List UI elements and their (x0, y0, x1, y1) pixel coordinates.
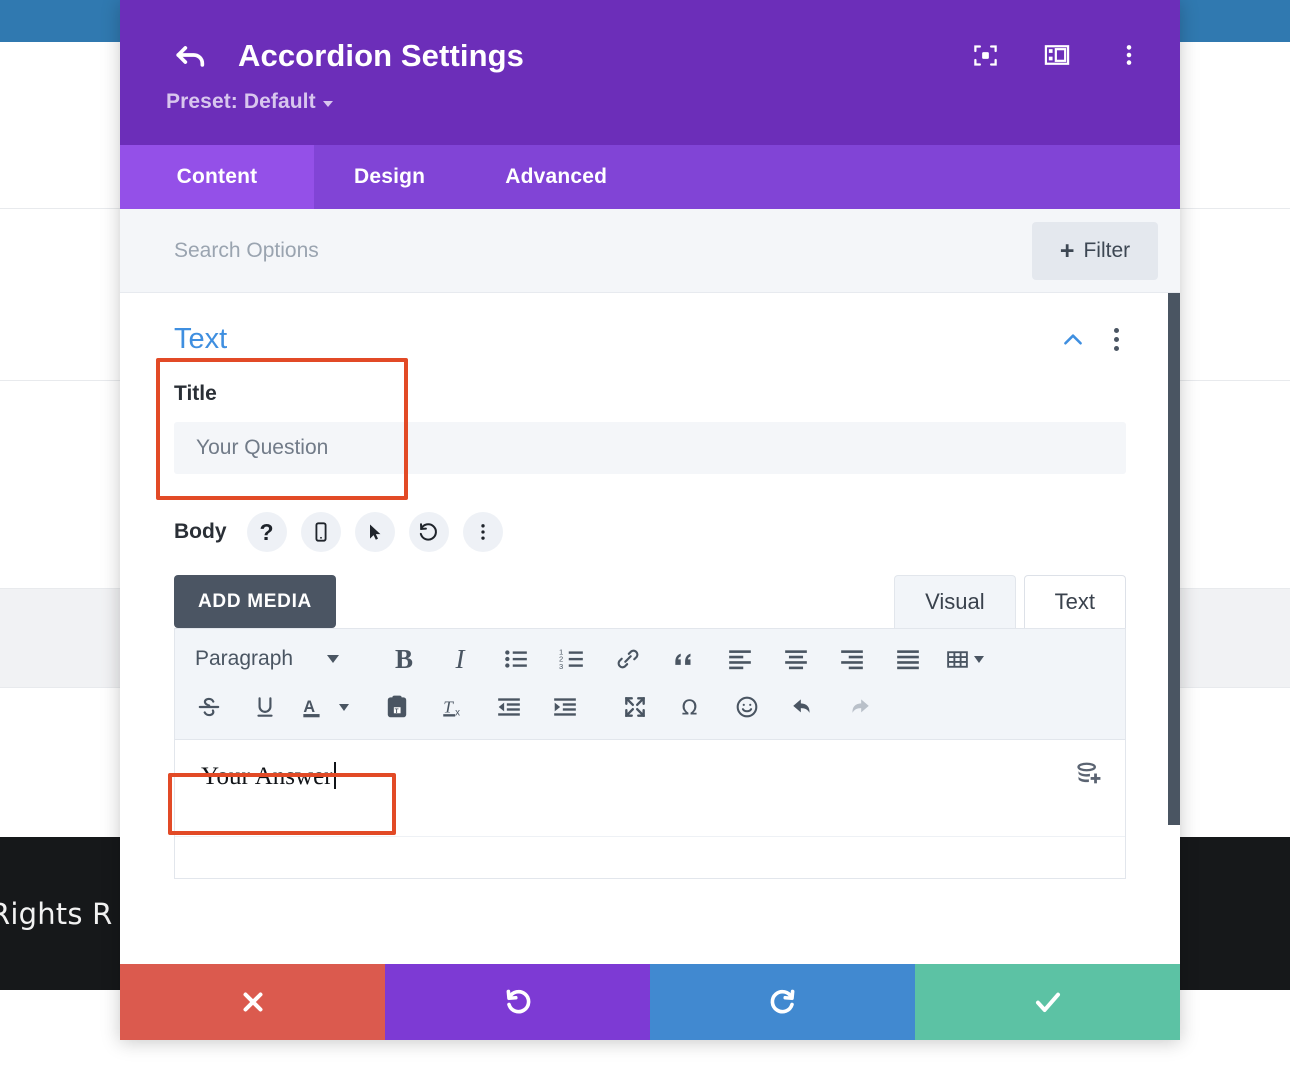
align-center-icon[interactable] (774, 637, 818, 681)
emoji-icon[interactable] (725, 685, 769, 729)
editor-top-row: ADD MEDIA Visual Text (174, 568, 1126, 628)
italic-icon[interactable]: I (438, 637, 482, 681)
cancel-button[interactable] (120, 964, 385, 1040)
bold-icon[interactable]: B (382, 637, 426, 681)
plus-icon: + (1059, 236, 1075, 265)
underline-icon[interactable] (243, 685, 287, 729)
focus-target-icon[interactable] (970, 40, 1000, 70)
bulleted-list-icon[interactable] (494, 637, 538, 681)
text-color-icon[interactable]: A (299, 685, 349, 729)
tab-visual[interactable]: Visual (894, 575, 1016, 628)
decrease-indent-icon[interactable] (487, 685, 531, 729)
clear-formatting-icon[interactable]: T x (431, 685, 475, 729)
chevron-down-icon (973, 655, 984, 663)
body-editor: ADD MEDIA Visual Text Paragraph B I 1 2 … (120, 568, 1180, 879)
svg-text:A: A (303, 698, 315, 716)
redo-button[interactable] (650, 964, 915, 1040)
page-title: Accordion Settings (238, 38, 524, 73)
save-button[interactable] (915, 964, 1180, 1040)
module-settings-modal: Accordion Settings Preset: Default Conte… (120, 0, 1180, 1040)
modal-header: Accordion Settings Preset: Default (120, 0, 1180, 145)
title-field-label: Title (174, 382, 217, 405)
filter-button-label: Filter (1083, 239, 1131, 262)
site-footer-text: Rights R (0, 896, 113, 931)
modal-tabs: Content Design Advanced (120, 145, 1180, 209)
title-field-group: Title Your Question (120, 382, 1180, 474)
add-dynamic-content-icon[interactable] (1075, 760, 1103, 793)
reset-undo-icon[interactable] (408, 512, 449, 552)
align-left-icon[interactable] (718, 637, 762, 681)
tab-text[interactable]: Text (1023, 575, 1126, 628)
section-header-text: Text (120, 293, 1180, 356)
editor-status-bar (175, 836, 1125, 878)
preset-selector[interactable]: Preset: Default (166, 90, 333, 114)
table-icon[interactable] (942, 637, 986, 681)
section-tools (1060, 324, 1126, 355)
editor-toolbar-row-1: Paragraph B I 1 2 3 (181, 635, 1119, 683)
fullscreen-icon[interactable] (613, 685, 657, 729)
chevron-up-icon[interactable] (1060, 327, 1086, 353)
svg-text:T: T (395, 708, 399, 715)
svg-text:x: x (455, 708, 460, 719)
editor-toolbar-row-2: A T T x Ω (181, 683, 1119, 731)
undo-icon[interactable] (781, 685, 825, 729)
body-field-label: Body (174, 520, 227, 543)
svg-text:3: 3 (559, 662, 563, 671)
editor-content-area[interactable]: Your Answer (175, 740, 1125, 836)
more-options-icon[interactable] (1114, 40, 1144, 70)
add-media-button[interactable]: ADD MEDIA (174, 575, 336, 628)
tab-design[interactable]: Design (314, 145, 465, 209)
back-arrow-icon[interactable] (174, 38, 208, 72)
layout-panel-icon[interactable] (1042, 40, 1072, 70)
blockquote-icon[interactable] (662, 637, 706, 681)
special-character-icon[interactable]: Ω (669, 685, 713, 729)
chevron-down-icon (322, 100, 333, 107)
svg-text:Ω: Ω (682, 696, 698, 720)
search-bar: Search Options + Filter (120, 209, 1180, 293)
modal-body: Text Title Your Question Body ? ADD MEDI… (120, 293, 1180, 964)
editor-content-text: Your Answer (201, 763, 333, 790)
body-field-label-row: Body ? (120, 512, 1180, 552)
tab-advanced[interactable]: Advanced (465, 145, 647, 209)
filter-button[interactable]: + Filter (1032, 222, 1158, 280)
editor-toolbar: Paragraph B I 1 2 3 A T T x Ω (175, 629, 1125, 740)
hover-cursor-icon[interactable] (354, 512, 395, 552)
title-input[interactable]: Your Question (174, 422, 1126, 474)
format-select-label: Paragraph (195, 647, 294, 670)
align-justify-icon[interactable] (886, 637, 930, 681)
link-icon[interactable] (606, 637, 650, 681)
preset-label: Preset: Default (166, 90, 316, 113)
vertical-scrollbar[interactable] (1168, 293, 1180, 825)
svg-text:T: T (443, 697, 454, 716)
chevron-down-icon (327, 655, 340, 663)
undo-button[interactable] (385, 964, 650, 1040)
more-options-icon[interactable] (462, 512, 503, 552)
modal-action-bar (120, 964, 1180, 1040)
numbered-list-icon[interactable]: 1 2 3 (550, 637, 594, 681)
editor-mode-tabs: Visual Text (894, 575, 1126, 628)
strikethrough-icon[interactable] (187, 685, 231, 729)
paste-as-text-icon[interactable]: T (375, 685, 419, 729)
text-cursor (333, 762, 336, 789)
format-select[interactable]: Paragraph (181, 647, 376, 671)
section-title: Text (174, 323, 228, 355)
modal-header-actions (970, 40, 1144, 70)
help-icon[interactable]: ? (246, 512, 287, 552)
chevron-down-icon (339, 703, 349, 711)
redo-icon[interactable] (837, 685, 881, 729)
increase-indent-icon[interactable] (543, 685, 587, 729)
align-right-icon[interactable] (830, 637, 874, 681)
editor-box: Paragraph B I 1 2 3 A T T x Ω Your Answe… (174, 628, 1126, 879)
search-input[interactable]: Search Options (174, 239, 319, 263)
kebab-menu-icon[interactable] (1110, 324, 1123, 355)
responsive-mobile-icon[interactable] (300, 512, 341, 552)
tab-content[interactable]: Content (120, 145, 314, 209)
